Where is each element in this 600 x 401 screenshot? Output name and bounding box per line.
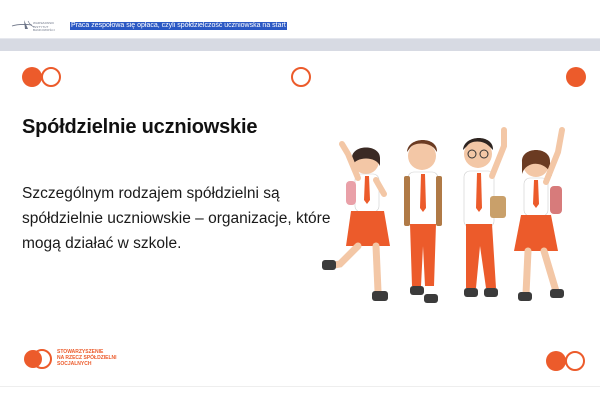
logo-text: WARSZAWSKI INSTYTUT BANKOWOŚCI — [33, 21, 55, 32]
deco-circle-filled-top-left — [22, 67, 42, 87]
deco-circle-filled-top-right — [566, 67, 586, 87]
footer-org-name: STOWARZYSZENIE NA RZECZ SPÓŁDZIELNI SOCJ… — [57, 349, 127, 368]
top-toolbar: WARSZAWSKI INSTYTUT BANKOWOŚCI Praca zes… — [0, 0, 600, 39]
toolbar-strip — [0, 39, 600, 51]
deco-circle-filled-bottom-right — [546, 351, 566, 371]
cheering-students-illustration — [322, 127, 565, 303]
slide-body-text: Szczególnym rodzajem spółdzielni są spół… — [22, 185, 331, 252]
footer-line-3: SOCJALNYCH — [57, 361, 92, 368]
slide: Spółdzielnie uczniowskie Szczególnym rod… — [0, 51, 600, 386]
deco-circle-ring-top-center — [291, 67, 311, 87]
deco-circle-ring-top-left — [41, 67, 61, 87]
bottom-bar — [0, 386, 600, 401]
student-3 — [463, 127, 507, 297]
document-title[interactable]: Praca zespołowa się opłaca, czyli spółdz… — [70, 22, 287, 30]
interlocking-circles-icon — [24, 349, 52, 369]
deco-circle-ring-bottom-right — [565, 351, 585, 371]
student-2 — [404, 140, 442, 303]
student-4 — [514, 127, 565, 301]
slide-title: Spółdzielnie uczniowskie — [22, 116, 258, 138]
student-1 — [322, 141, 390, 301]
